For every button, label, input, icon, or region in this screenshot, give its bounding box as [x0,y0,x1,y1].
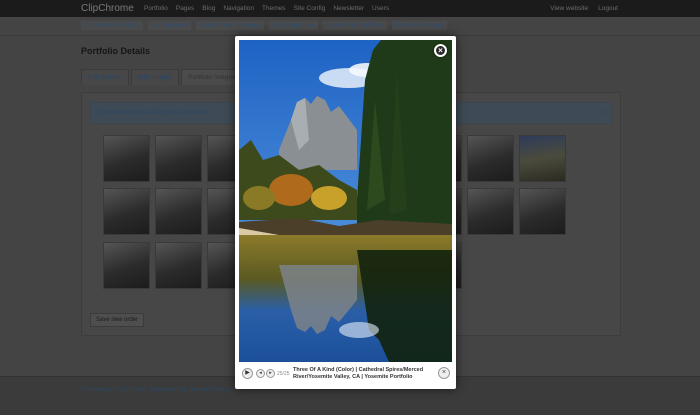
lightbox-modal: × ▶ ◂ ▸ 25/25 Three Of A Kind (Color) | … [235,36,456,389]
close-icon[interactable]: × [434,44,447,57]
gallery-thumbnail[interactable] [519,135,566,182]
play-icon[interactable]: ▶ [242,368,253,379]
tab-edit-gallery[interactable]: Edit Gallery [81,69,129,85]
gallery-thumbnail[interactable] [467,135,514,182]
top-right-links: View website Logout [550,5,618,12]
brand-logo[interactable]: ClipChrome [81,3,134,14]
gallery-thumbnail[interactable] [467,188,514,235]
gallery-tabs: Edit Gallery Add Images Portfolio Images [81,69,244,85]
gallery-thumbnail[interactable] [103,135,150,182]
nav-item-navigation[interactable]: Navigation [223,5,254,12]
lightbox-controls: ▶ ◂ ▸ 25/25 Three Of A Kind (Color) | Ca… [239,364,452,385]
subnav-list-categories[interactable]: List Categories [268,21,318,30]
nav-item-users[interactable]: Users [372,5,389,12]
subnav-create-gallery[interactable]: Create new Gallery [81,21,143,30]
alert-close-icon[interactable]: × [600,108,605,117]
previous-icon[interactable]: ◂ [256,369,265,378]
footer-text: Powered by ClipChrome. Developed by Jibn… [81,387,232,393]
top-navbar: ClipChrome Portfolio Pages Blog Navigati… [0,0,700,17]
nav-item-blog[interactable]: Blog [202,5,215,12]
landscape-photo [239,40,452,362]
gallery-thumbnail[interactable] [103,242,150,289]
gallery-thumbnail[interactable] [155,188,202,235]
alert-text: 25 registered items. Drag items to reord… [97,110,210,116]
nav-item-site-config[interactable]: Site Config [294,5,326,12]
sub-navbar: Create new Gallery List Galleries Create… [0,17,700,36]
tab-add-images[interactable]: Add Images [130,69,180,85]
logout-link[interactable]: Logout [598,5,618,12]
subnav-create-category[interactable]: Create new Category [196,21,264,30]
save-order-button[interactable]: Save new order [90,313,145,327]
nav-item-pages[interactable]: Pages [176,5,194,12]
page-title: Portfolio Details [81,46,151,56]
tab-portfolio-images[interactable]: Portfolio Images [181,69,243,85]
subnav-list-galleries[interactable]: List Galleries [147,21,192,30]
view-website-link[interactable]: View website [550,5,588,12]
lightbox-photo [239,40,452,362]
main-nav: Portfolio Pages Blog Navigation Themes S… [144,5,389,12]
subnav-portfolio-settings[interactable]: Portfolio Settings [392,21,448,30]
gallery-thumbnail[interactable] [103,188,150,235]
nav-item-newsletter[interactable]: Newsletter [333,5,364,12]
nav-item-portfolio[interactable]: Portfolio [144,5,168,12]
gallery-thumbnail[interactable] [519,188,566,235]
close-icon[interactable]: × [438,367,450,379]
image-counter: 25/25 [277,371,290,377]
gallery-thumbnail[interactable] [155,135,202,182]
gallery-thumbnail[interactable] [155,242,202,289]
image-caption: Three Of A Kind (Color) | Cathedral Spir… [293,367,424,380]
next-icon[interactable]: ▸ [266,369,275,378]
subnav-home-gallery-slider[interactable]: Home Gallery/Slider [323,21,388,30]
nav-item-themes[interactable]: Themes [262,5,285,12]
